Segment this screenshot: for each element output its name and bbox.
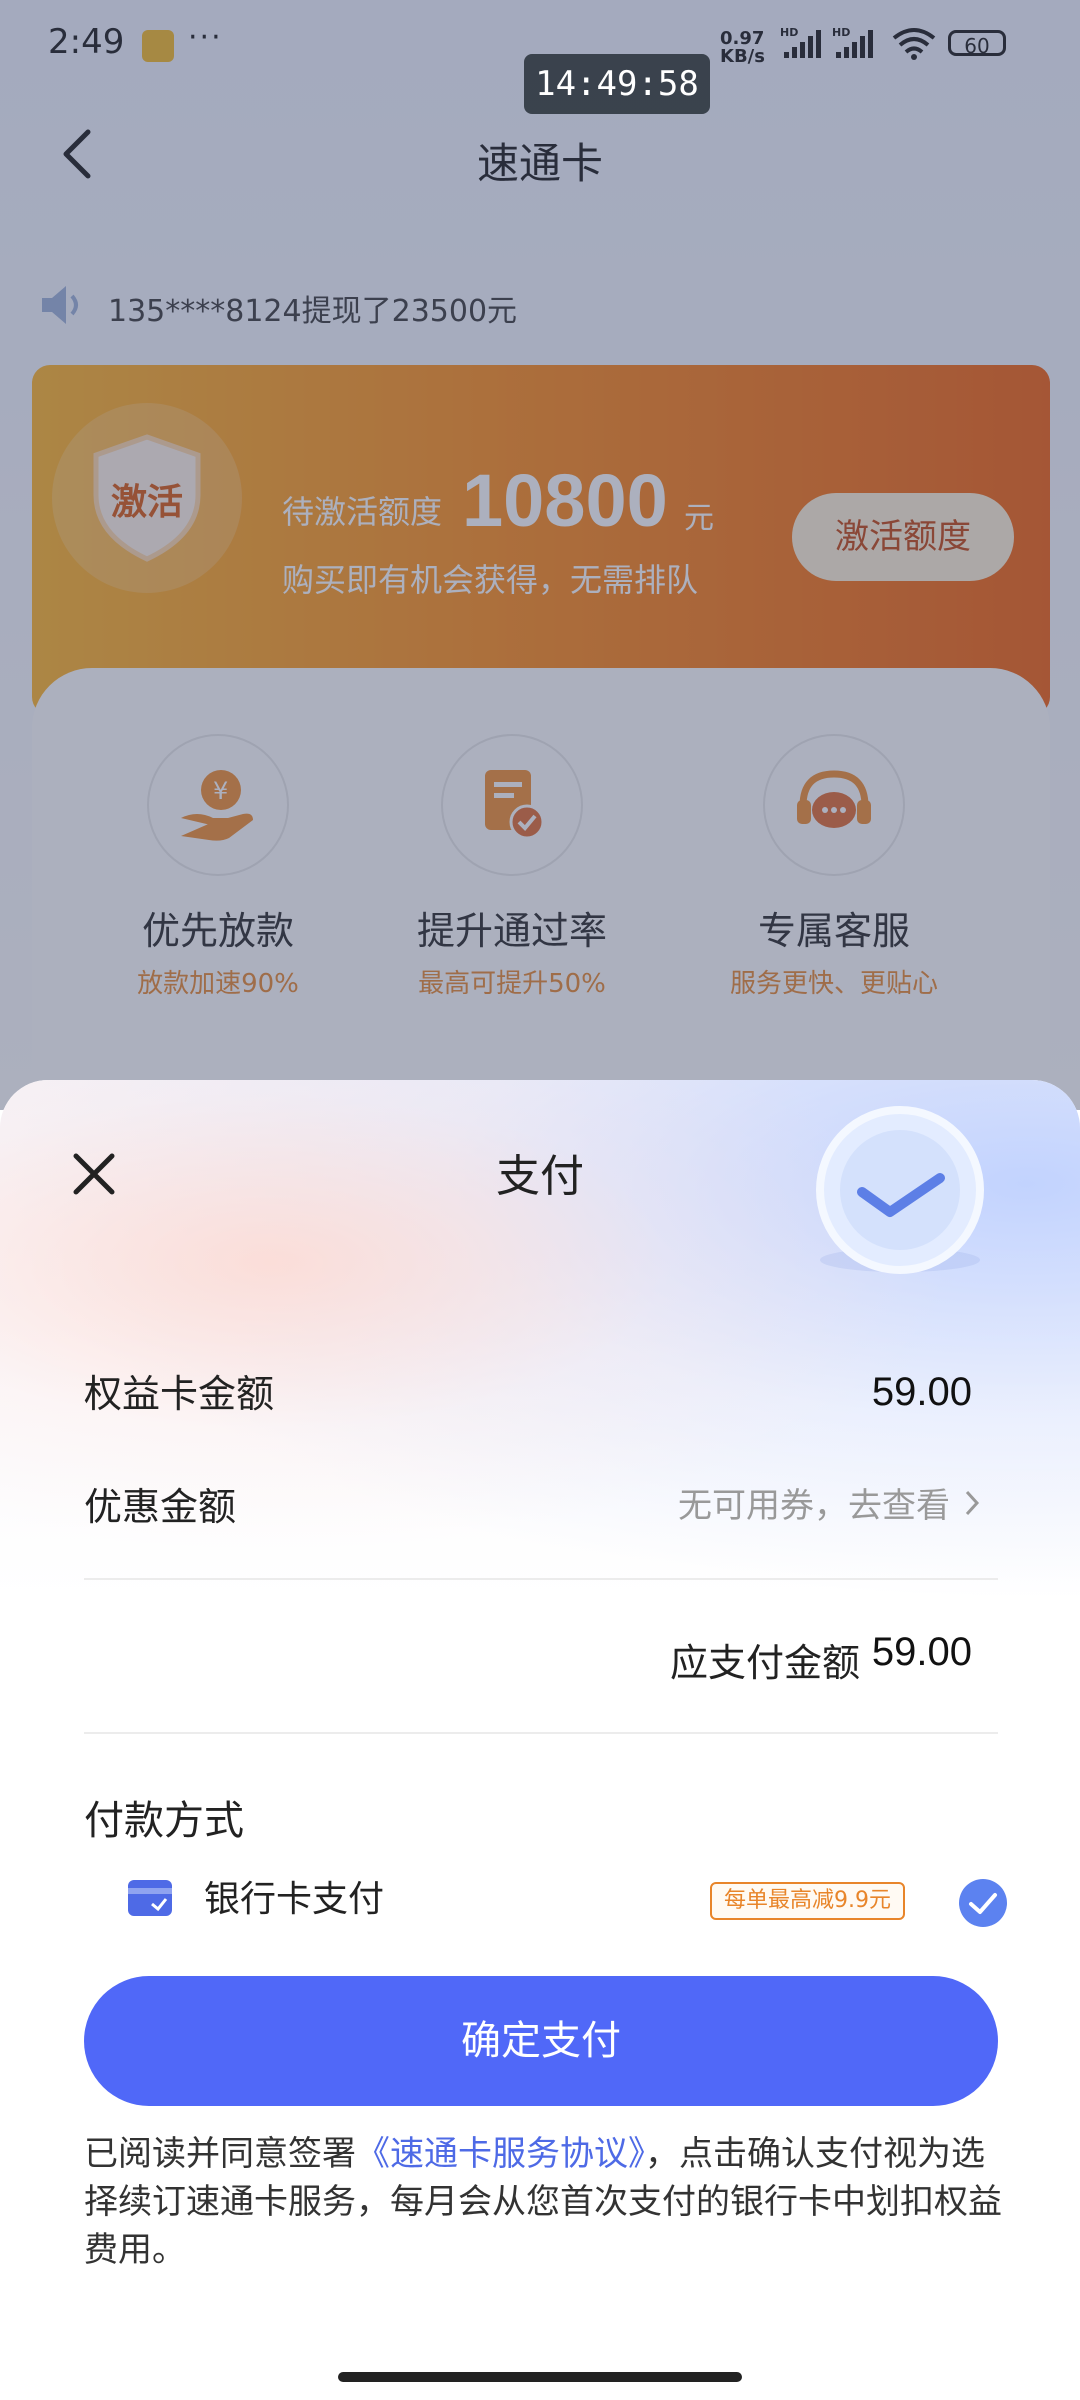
payment-method-title: 付款方式 bbox=[84, 1798, 244, 1844]
payment-method-bank-card[interactable]: 银行卡支付 每单最高减9.9元 bbox=[84, 1860, 1014, 1940]
card-amount-value: 59.00 bbox=[871, 1370, 972, 1414]
home-indicator[interactable] bbox=[338, 2372, 742, 2382]
discount-label: 优惠金额 bbox=[84, 1485, 237, 1529]
service-agreement-link[interactable]: 《速通卡服务协议》 bbox=[356, 2134, 645, 2174]
coupon-link-text: 无可用券，去查看 bbox=[678, 1486, 950, 1526]
agreement-prefix: 已阅读并同意签署 bbox=[84, 2134, 356, 2174]
divider bbox=[84, 1578, 998, 1580]
card-amount-label: 权益卡金额 bbox=[84, 1372, 275, 1416]
promo-badge: 每单最高减9.9元 bbox=[710, 1882, 905, 1920]
check-badge-icon bbox=[816, 1106, 984, 1274]
payment-sheet: 支付 权益卡金额 59.00 优惠金额 无可用券，去查看 应支付金额 59.00… bbox=[0, 1080, 1080, 2400]
coupon-link[interactable]: 无可用券，去查看 bbox=[678, 1478, 980, 1527]
clock-overlay: 14:49:58 bbox=[524, 54, 710, 114]
chevron-right-icon bbox=[965, 1490, 980, 1515]
confirm-payment-button[interactable]: 确定支付 bbox=[84, 1976, 998, 2106]
selected-check-icon[interactable] bbox=[958, 1878, 1008, 1928]
payable-value: 59.00 bbox=[871, 1630, 972, 1674]
payable-label: 应支付金额 bbox=[669, 1641, 860, 1685]
agreement-text: 已阅读并同意签署《速通卡服务协议》，点击确认支付视为选择续订速通卡服务，每月会从… bbox=[84, 2130, 1004, 2274]
modal-scrim[interactable] bbox=[0, 0, 1080, 1110]
bank-card-label: 银行卡支付 bbox=[204, 1879, 385, 1920]
bank-card-icon bbox=[128, 1880, 172, 1916]
divider bbox=[84, 1732, 998, 1734]
